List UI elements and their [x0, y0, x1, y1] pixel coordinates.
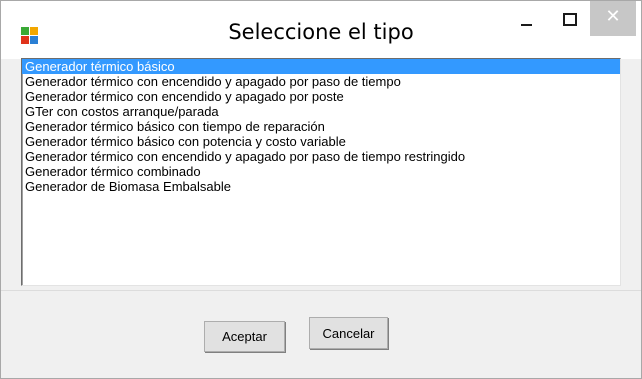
close-icon: ✕ [605, 6, 621, 27]
minimize-icon [520, 23, 532, 26]
list-item-3[interactable]: GTer con costos arranque/parada [22, 104, 620, 119]
cancel-button[interactable]: Cancelar [309, 317, 388, 349]
list-item-8[interactable]: Generador de Biomasa Embalsable [22, 179, 620, 194]
list-item-0[interactable]: Generador térmico básico [22, 59, 620, 74]
type-listbox[interactable]: Generador térmico básico Generador térmi… [21, 58, 621, 286]
maximize-button[interactable] [553, 1, 587, 42]
maximize-icon [563, 13, 577, 26]
list-item-2[interactable]: Generador térmico con encendido y apagad… [22, 89, 620, 104]
list-item-7[interactable]: Generador térmico combinado [22, 164, 620, 179]
list-item-5[interactable]: Generador térmico básico con potencia y … [22, 134, 620, 149]
title-bar[interactable]: Seleccione el tipo ✕ [1, 1, 641, 59]
close-button[interactable]: ✕ [590, 1, 636, 36]
accept-button[interactable]: Aceptar [204, 321, 285, 352]
list-item-1[interactable]: Generador térmico con encendido y apagad… [22, 74, 620, 89]
list-item-4[interactable]: Generador térmico básico con tiempo de r… [22, 119, 620, 134]
list-item-6[interactable]: Generador térmico con encendido y apagad… [22, 149, 620, 164]
window-title: Seleccione el tipo [228, 20, 414, 44]
minimize-button[interactable] [509, 1, 543, 42]
dialog-window: Seleccione el tipo ✕ Generador térmico b… [0, 0, 642, 379]
divider [1, 290, 641, 291]
